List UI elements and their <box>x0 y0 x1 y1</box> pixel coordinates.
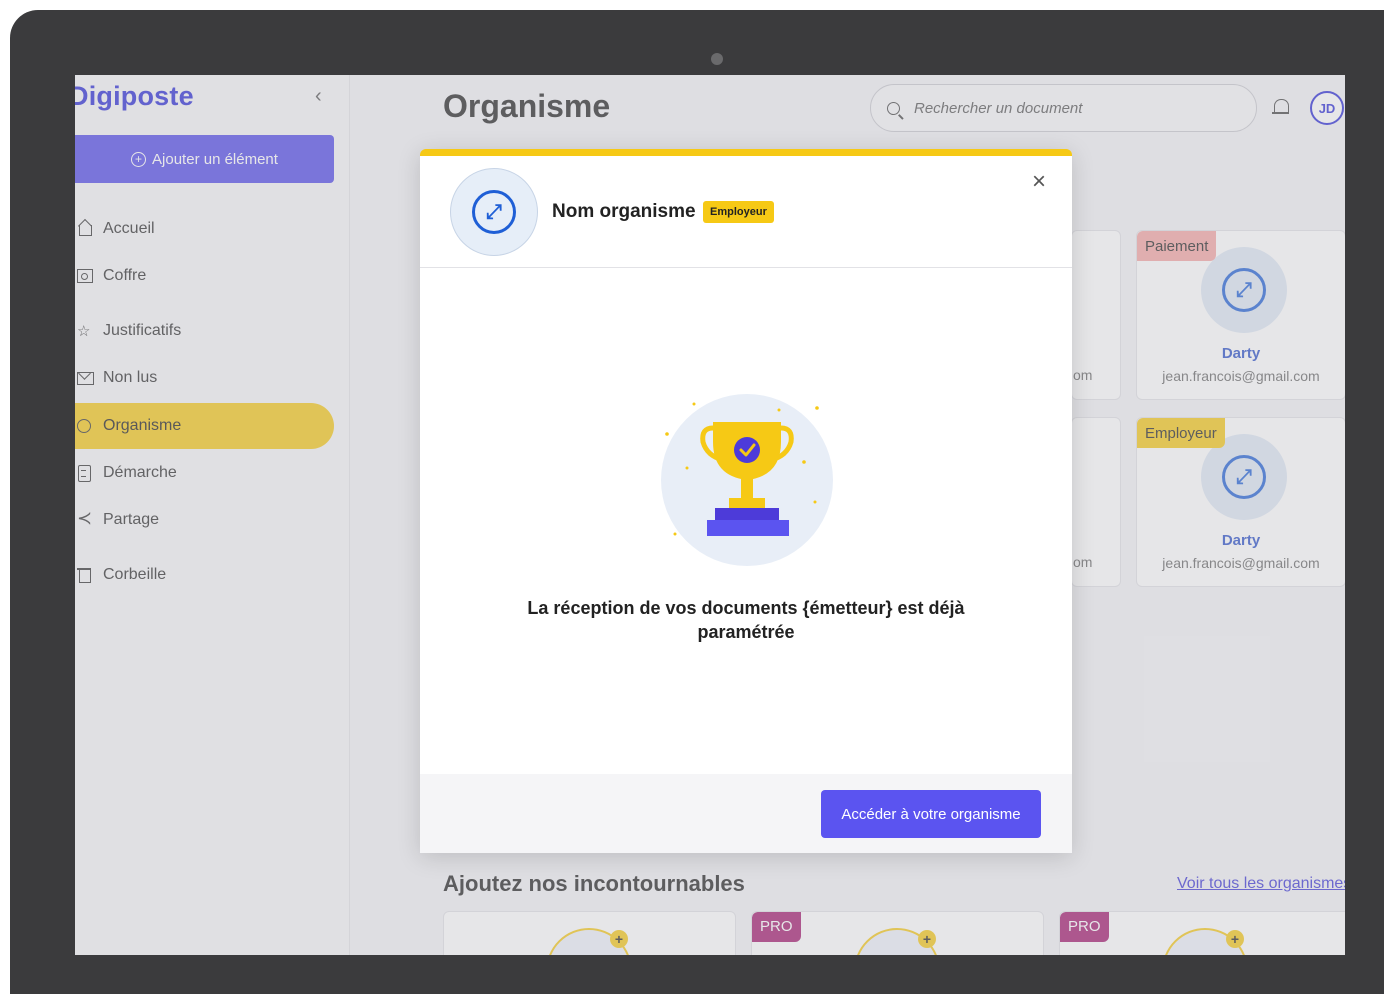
confirmation-message: La réception de vos documents {émetteur}… <box>527 598 965 642</box>
expand-arrows-icon: ⤢ <box>472 190 516 234</box>
modal-footer: Accéder à votre organisme <box>420 774 1072 853</box>
access-organisme-button[interactable]: Accéder à votre organisme <box>821 790 1041 838</box>
close-icon[interactable]: × <box>1032 168 1046 196</box>
organisme-logo: ⤢ <box>450 168 538 256</box>
camera-dot <box>711 53 723 65</box>
modal-header: ⤢ Nom organisme Employeur × <box>420 156 1072 268</box>
organisme-modal: ⤢ Nom organisme Employeur × La réception… <box>420 149 1072 853</box>
employer-badge: Employeur <box>703 201 774 223</box>
trophy-icon <box>665 402 819 536</box>
trophy-illustration <box>661 394 833 566</box>
organisme-name: Nom organisme <box>552 201 696 222</box>
app-screen: Digiposte ‹ + Ajouter un élément Accueil… <box>75 75 1345 955</box>
